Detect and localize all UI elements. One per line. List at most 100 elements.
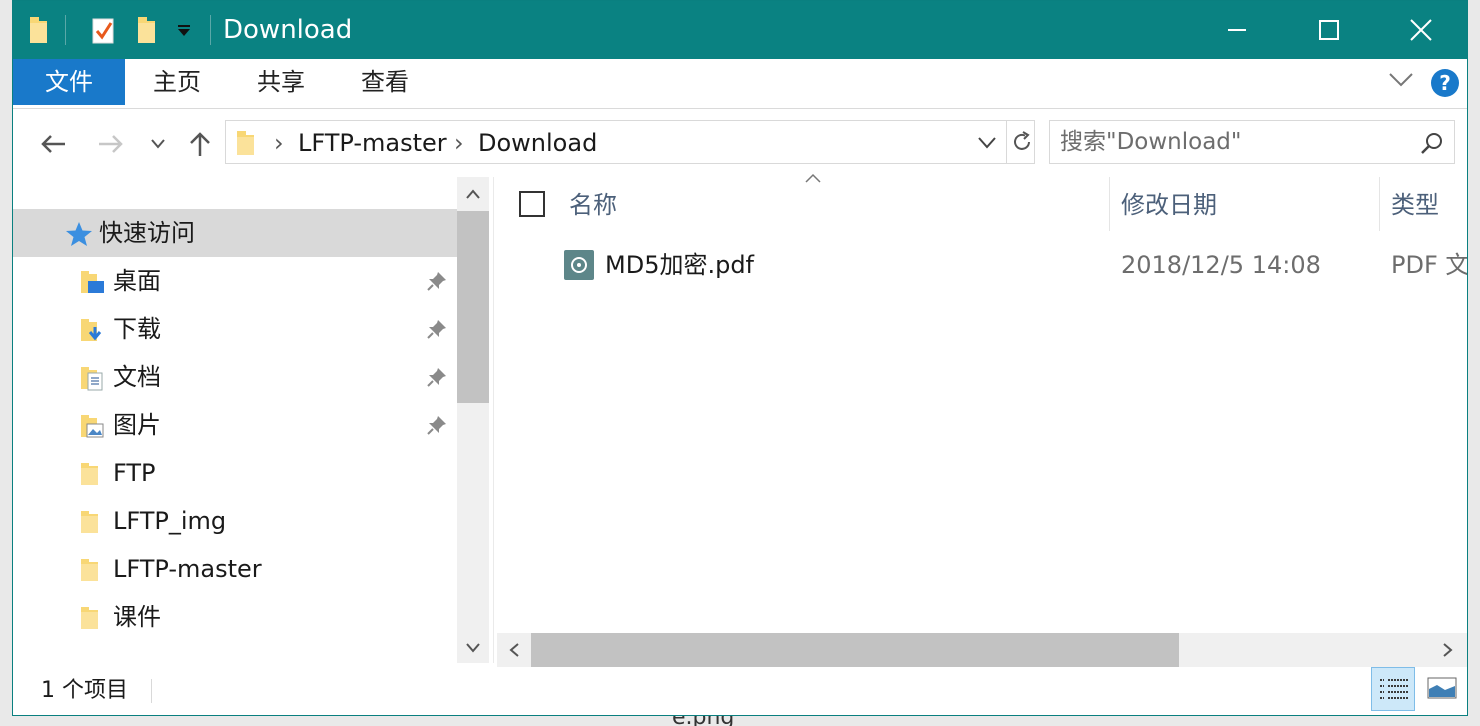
nav-item-pictures[interactable]: 图片 [13, 401, 457, 449]
file-row[interactable]: MD5加密.pdf 2018/12/5 14:08 PDF 文 [553, 241, 1468, 291]
pin-icon[interactable] [427, 319, 447, 339]
file-type: PDF 文 [1391, 251, 1468, 279]
nav-item-label: 下载 [113, 315, 161, 343]
column-header-type[interactable]: 类型 [1391, 177, 1439, 233]
breadcrumb-item-download[interactable]: Download [478, 129, 597, 157]
quick-access-star-icon [65, 221, 93, 247]
folder-icon [79, 557, 101, 583]
breadcrumb-separator-icon[interactable]: › [454, 129, 464, 157]
tab-view[interactable]: 查看 [343, 59, 427, 105]
nav-pane-scrollbar[interactable] [457, 177, 489, 663]
minimize-button[interactable] [1191, 1, 1283, 59]
tab-share[interactable]: 共享 [239, 59, 323, 105]
up-button[interactable] [185, 123, 215, 165]
recent-locations-button[interactable] [147, 123, 169, 165]
search-icon[interactable] [1420, 131, 1444, 155]
pin-icon[interactable] [427, 271, 447, 291]
select-all-checkbox[interactable] [519, 191, 545, 217]
tab-file[interactable]: 文件 [13, 59, 125, 105]
back-button[interactable] [35, 123, 71, 165]
maximize-icon [1319, 20, 1339, 40]
scroll-thumb[interactable] [531, 633, 1179, 667]
toolbar-separator [65, 15, 66, 45]
nav-item-label: LFTP_img [113, 507, 227, 535]
nav-item-label: LFTP-master [113, 555, 262, 583]
column-header-name[interactable]: 名称 [569, 177, 617, 233]
address-history-dropdown[interactable] [978, 137, 996, 149]
scroll-left-icon[interactable] [509, 643, 519, 657]
forward-arrow-icon [99, 135, 123, 153]
maximize-button[interactable] [1283, 1, 1375, 59]
column-separator[interactable] [1109, 177, 1110, 231]
forward-button[interactable] [93, 123, 129, 165]
close-icon [1410, 19, 1432, 41]
nav-item-label: 桌面 [113, 267, 161, 295]
folder-icon [234, 129, 256, 157]
search-input[interactable] [1060, 127, 1400, 157]
column-header-date-modified[interactable]: 修改日期 [1121, 177, 1217, 233]
tab-home[interactable]: 主页 [135, 59, 219, 105]
properties-icon[interactable] [91, 15, 115, 45]
column-separator[interactable] [1379, 177, 1380, 231]
scroll-up-icon[interactable] [466, 189, 480, 199]
nav-item-label: 快速访问 [99, 219, 195, 247]
expand-ribbon-chevron-icon[interactable] [1389, 73, 1413, 87]
large-icons-view-button[interactable] [1421, 667, 1465, 711]
nav-item-ftp[interactable]: FTP [13, 449, 457, 497]
file-list-scrollbar[interactable] [497, 633, 1467, 667]
sort-ascending-icon [805, 173, 821, 183]
help-button[interactable]: ? [1431, 69, 1459, 97]
nav-item-label: 图片 [113, 411, 161, 439]
refresh-button[interactable] [1011, 131, 1033, 153]
toolbar-separator [210, 15, 211, 45]
chevron-down-icon [151, 139, 165, 149]
ribbon: 文件 主页 共享 查看 ? [13, 59, 1467, 109]
new-folder-icon[interactable] [135, 15, 157, 45]
close-button[interactable] [1375, 1, 1467, 59]
navigation-pane: 快速访问 桌面 下载 文档 图片 FTP LFTP_img LFTP-maste… [13, 177, 489, 663]
nav-item-documents[interactable]: 文档 [13, 353, 457, 401]
title-bar[interactable]: Download [13, 1, 1467, 59]
scroll-down-icon[interactable] [466, 643, 480, 653]
status-bar: 1 个项目 [13, 667, 1467, 715]
up-arrow-icon [190, 132, 210, 156]
nav-item-courseware[interactable]: 课件 [13, 593, 457, 641]
breadcrumb-item-lftp-master[interactable]: LFTP-master [298, 129, 447, 157]
folder-icon [79, 605, 101, 631]
file-name: MD5加密.pdf [605, 251, 755, 279]
address-divider [1006, 121, 1007, 163]
refresh-icon [1014, 131, 1030, 150]
file-date-modified: 2018/12/5 14:08 [1121, 251, 1321, 279]
nav-item-label: 文档 [113, 363, 161, 391]
file-explorer-window: Download 文件 主页 共享 查看 ? › LFTP-master › D… [12, 0, 1468, 716]
nav-item-lftp-img[interactable]: LFTP_img [13, 497, 457, 545]
breadcrumb-separator-icon[interactable]: › [274, 129, 284, 157]
scroll-thumb[interactable] [457, 211, 489, 403]
pictures-folder-icon [79, 413, 105, 439]
nav-item-quick-access[interactable]: 快速访问 [13, 209, 457, 257]
folder-icon [79, 509, 101, 535]
folder-icon[interactable] [27, 15, 49, 45]
chevron-down-icon [978, 137, 996, 149]
scroll-right-icon[interactable] [1443, 643, 1453, 657]
status-divider [151, 679, 152, 703]
item-count: 1 个项目 [41, 678, 128, 703]
nav-item-desktop[interactable]: 桌面 [13, 257, 457, 305]
details-view-button[interactable] [1371, 667, 1415, 711]
nav-item-downloads[interactable]: 下载 [13, 305, 457, 353]
folder-icon [79, 461, 101, 487]
desktop-folder-icon [79, 269, 105, 295]
nav-item-label: 课件 [113, 603, 161, 631]
minimize-icon [1228, 29, 1246, 31]
nav-item-label: FTP [113, 459, 156, 487]
pane-divider[interactable] [493, 177, 494, 663]
details-view-icon [1380, 679, 1408, 699]
pin-icon[interactable] [427, 367, 447, 387]
pdf-file-icon [563, 249, 595, 281]
customize-dropdown-icon[interactable] [177, 25, 191, 37]
nav-item-lftp-master[interactable]: LFTP-master [13, 545, 457, 593]
search-box[interactable] [1049, 120, 1455, 164]
address-bar[interactable]: › LFTP-master › Download [225, 120, 1035, 164]
large-icons-view-icon [1427, 677, 1457, 699]
pin-icon[interactable] [427, 415, 447, 435]
